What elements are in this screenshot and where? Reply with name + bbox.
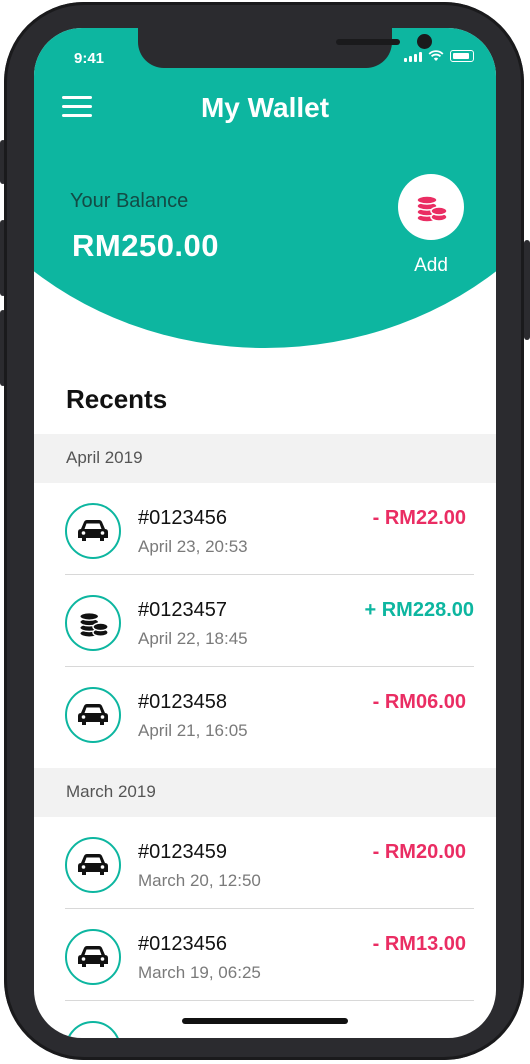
car-icon <box>78 704 108 725</box>
notch <box>138 28 432 68</box>
app-screen: 9:41 My Wallet Your Balance RM250.00 Add… <box>34 28 496 1038</box>
home-indicator[interactable] <box>182 1018 348 1024</box>
add-funds-button[interactable] <box>398 174 464 240</box>
transaction-avatar <box>65 687 121 743</box>
signal-icon <box>404 52 422 62</box>
month-label: March 2019 <box>66 782 156 801</box>
transaction-date: April 22, 18:45 <box>138 629 248 648</box>
transaction-amount: + RM228.00 <box>364 599 474 621</box>
transaction-avatar <box>65 929 121 985</box>
add-funds-label[interactable]: Add <box>398 255 464 277</box>
speaker <box>336 39 400 45</box>
transaction-amount: - RM22.00 <box>372 507 466 529</box>
car-icon <box>78 854 108 875</box>
transaction-date: April 21, 16:05 <box>138 721 248 740</box>
recents-heading: Recents <box>66 384 168 414</box>
status-time: 9:41 <box>74 50 105 67</box>
battery-icon <box>450 50 474 62</box>
month-header: April 2019 <box>34 434 496 483</box>
transaction-row[interactable]: #0123459 March 20, 12:50 - RM20.00 <box>34 817 496 909</box>
transaction-id: #0123456 <box>138 507 227 529</box>
balance-label: Your Balance <box>70 190 189 212</box>
transaction-avatar <box>65 503 121 559</box>
camera <box>417 34 432 49</box>
month-header: March 2019 <box>34 768 496 817</box>
coins-icon <box>79 611 109 638</box>
transaction-amount: - RM06.00 <box>372 691 466 713</box>
transaction-avatar <box>65 595 121 651</box>
car-icon <box>78 520 108 541</box>
transaction-id: #0123459 <box>138 841 227 863</box>
transaction-row[interactable]: #0123456 April 23, 20:53 - RM22.00 <box>34 483 496 575</box>
side-button <box>524 240 530 340</box>
transaction-avatar <box>65 837 121 893</box>
coins-icon <box>416 195 448 223</box>
transaction-avatar <box>65 1021 121 1038</box>
status-icons <box>404 50 474 62</box>
transaction-date: March 19, 06:25 <box>138 963 261 982</box>
transaction-row[interactable]: #0123458 April 21, 16:05 - RM06.00 <box>34 667 496 759</box>
transaction-date: April 23, 20:53 <box>138 537 248 556</box>
transaction-id: #0123458 <box>138 691 227 713</box>
phone-device: 9:41 My Wallet Your Balance RM250.00 Add… <box>0 0 530 1064</box>
transaction-amount: - RM13.00 <box>372 933 466 955</box>
transaction-id: #0123457 <box>138 599 227 621</box>
month-label: April 2019 <box>66 448 143 467</box>
transaction-amount: - RM20.00 <box>372 841 466 863</box>
transaction-row[interactable]: #0123457 April 22, 18:45 + RM228.00 <box>34 575 496 667</box>
balance-amount: RM250.00 <box>72 228 220 263</box>
transaction-date: March 20, 12:50 <box>138 871 261 890</box>
page-title: My Wallet <box>200 92 330 123</box>
transaction-row[interactable]: #0123456 March 19, 06:25 - RM13.00 <box>34 909 496 1001</box>
car-icon <box>78 946 108 967</box>
wifi-icon <box>428 50 444 61</box>
transaction-id: #0123456 <box>138 933 227 955</box>
